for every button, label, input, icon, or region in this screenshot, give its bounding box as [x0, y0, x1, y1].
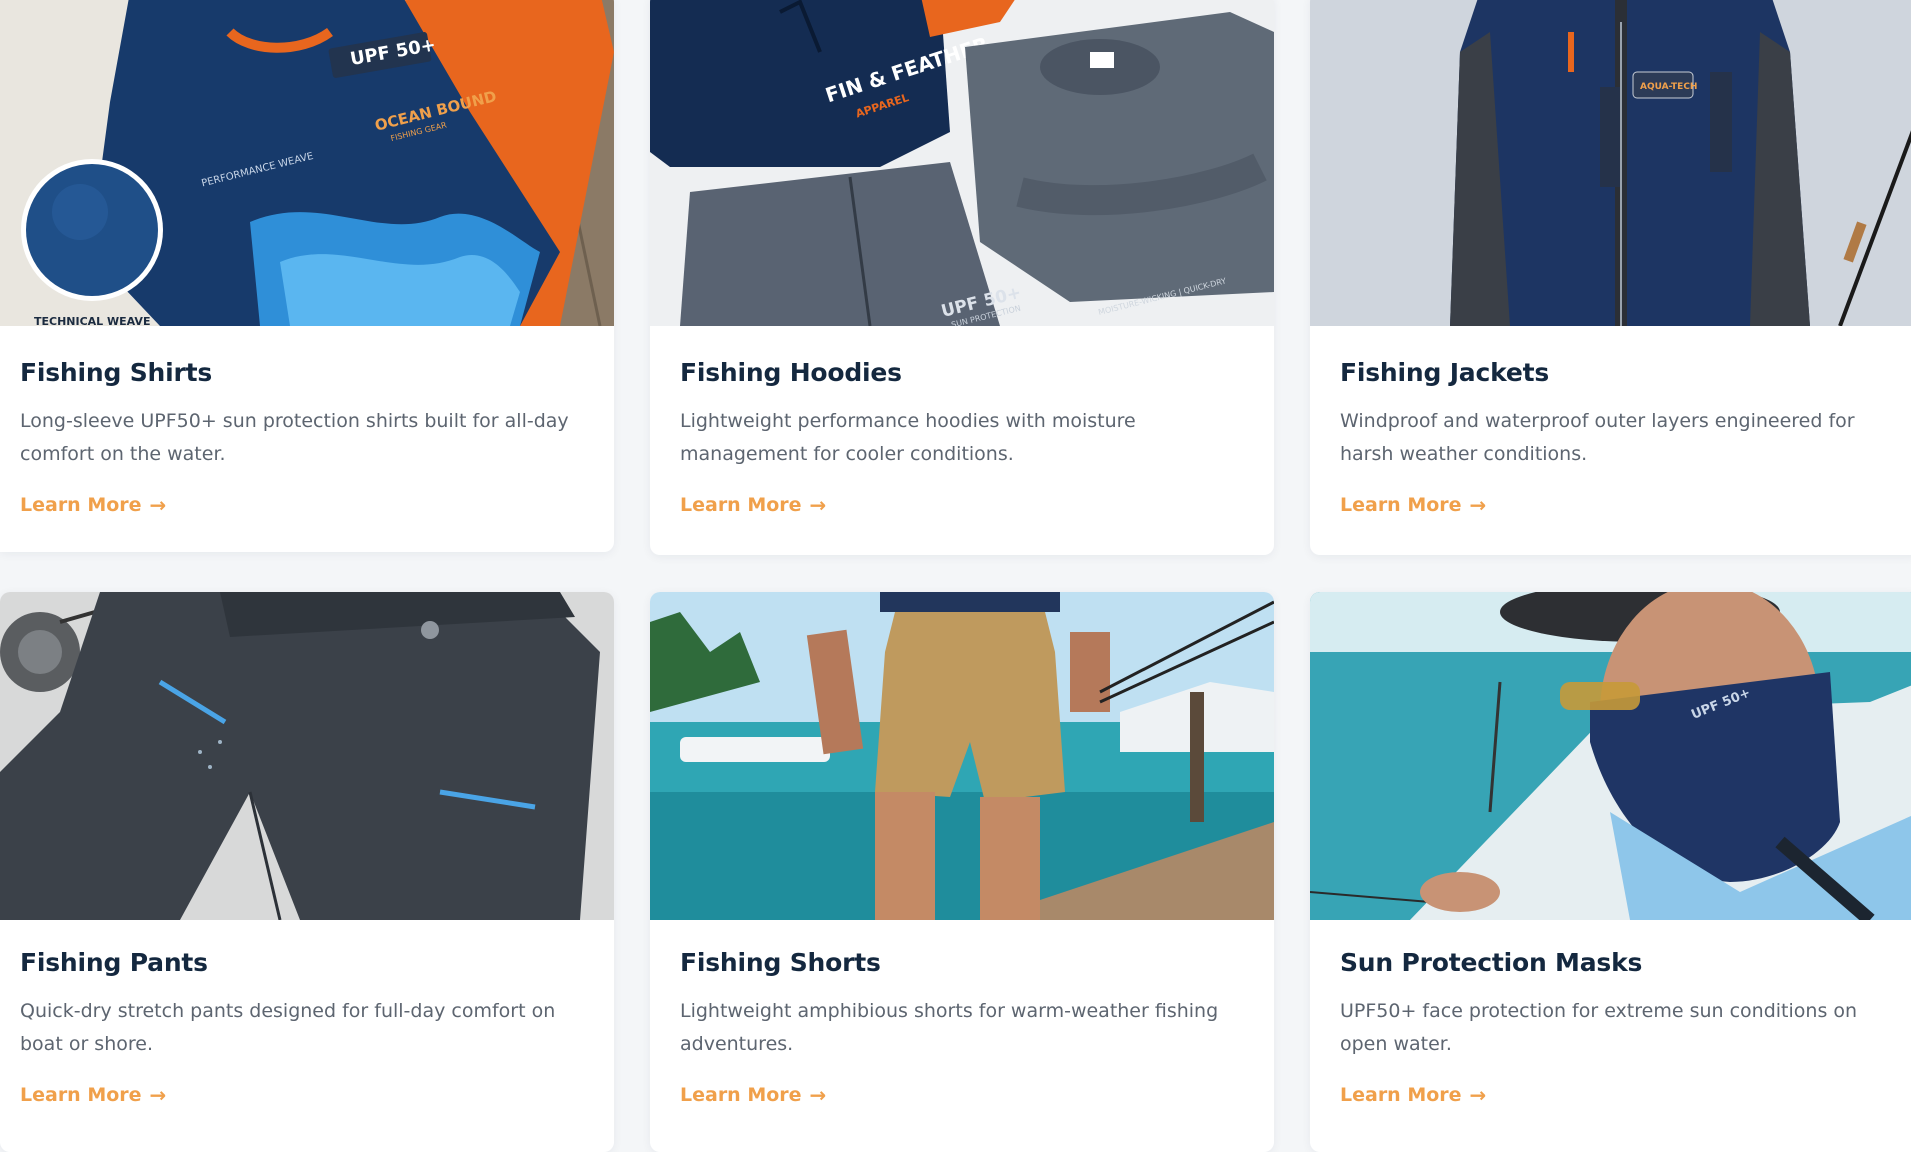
learn-more-link[interactable]: Learn More → [680, 1083, 826, 1107]
learn-more-link[interactable]: Learn More → [680, 493, 826, 517]
arrow-right-icon: → [809, 1083, 827, 1107]
fishing-pants-image[interactable] [0, 592, 614, 920]
learn-more-label: Learn More [20, 494, 142, 516]
card-description: Long-sleeve UPF50+ sun protection shirts… [20, 410, 569, 465]
fishing-shorts-photo [650, 592, 1274, 920]
technical-weave-text: TECHNICAL WEAVE [34, 315, 150, 326]
fishing-hoodie-photo: FIN & FEATHER APPAREL UPF 50+ SUN PROTEC… [650, 0, 1274, 326]
learn-more-link[interactable]: Learn More → [20, 493, 166, 517]
card-title: Fishing Pants [20, 948, 208, 977]
learn-more-link[interactable]: Learn More → [20, 1083, 166, 1107]
card-title: Fishing Shorts [680, 948, 881, 977]
fishing-shirt-photo: UPF 50+ OCEAN BOUND FISHING GEAR PERFORM… [0, 0, 614, 326]
category-card-fishing-jackets[interactable]: AQUA-TECH Fishing Jackets Windproof and … [1310, 0, 1911, 555]
jacket-badge-text: AQUA-TECH [1640, 82, 1697, 92]
arrow-right-icon: → [1469, 493, 1487, 517]
arrow-right-icon: → [149, 493, 167, 517]
category-card-sun-protection-masks[interactable]: UPF 50+ Sun Protection Masks UPF50+ face… [1310, 592, 1911, 1152]
category-card-fishing-shorts[interactable]: Fishing Shorts Lightweight amphibious sh… [650, 592, 1274, 1152]
arrow-right-icon: → [809, 493, 827, 517]
learn-more-link[interactable]: Learn More → [1340, 1083, 1486, 1107]
card-description: Windproof and waterproof outer layers en… [1340, 410, 1855, 465]
sun-protection-masks-image[interactable]: UPF 50+ [1310, 592, 1911, 920]
learn-more-label: Learn More [680, 1084, 802, 1106]
fishing-pants-photo [0, 592, 614, 920]
fishing-jacket-photo: AQUA-TECH [1310, 0, 1911, 326]
learn-more-label: Learn More [20, 1084, 142, 1106]
card-title: Fishing Shirts [20, 358, 213, 387]
card-title: Sun Protection Masks [1340, 948, 1643, 977]
card-title: Fishing Hoodies [680, 358, 902, 387]
learn-more-label: Learn More [1340, 494, 1462, 516]
fishing-shirts-image[interactable]: UPF 50+ OCEAN BOUND FISHING GEAR PERFORM… [0, 0, 614, 326]
arrow-right-icon: → [1469, 1083, 1487, 1107]
category-card-fishing-shirts[interactable]: UPF 50+ OCEAN BOUND FISHING GEAR PERFORM… [0, 0, 614, 552]
category-card-fishing-hoodies[interactable]: FIN & FEATHER APPAREL UPF 50+ SUN PROTEC… [650, 0, 1274, 555]
learn-more-label: Learn More [1340, 1084, 1462, 1106]
fishing-shorts-image[interactable] [650, 592, 1274, 920]
card-description: Lightweight amphibious shorts for warm-w… [680, 1000, 1219, 1055]
card-description: Lightweight performance hoodies with moi… [680, 410, 1136, 465]
learn-more-link[interactable]: Learn More → [1340, 493, 1486, 517]
product-category-grid: UPF 50+ OCEAN BOUND FISHING GEAR PERFORM… [0, 0, 1911, 1152]
sun-mask-photo: UPF 50+ [1310, 592, 1911, 920]
category-card-fishing-pants[interactable]: Fishing Pants Quick-dry stretch pants de… [0, 592, 614, 1152]
fishing-jackets-image[interactable]: AQUA-TECH [1310, 0, 1911, 326]
fishing-hoodies-image[interactable]: FIN & FEATHER APPAREL UPF 50+ SUN PROTEC… [650, 0, 1274, 326]
card-title: Fishing Jackets [1340, 358, 1550, 387]
card-description: Quick-dry stretch pants designed for ful… [20, 1000, 556, 1055]
learn-more-label: Learn More [680, 494, 802, 516]
arrow-right-icon: → [149, 1083, 167, 1107]
card-description: UPF50+ face protection for extreme sun c… [1340, 1000, 1858, 1055]
